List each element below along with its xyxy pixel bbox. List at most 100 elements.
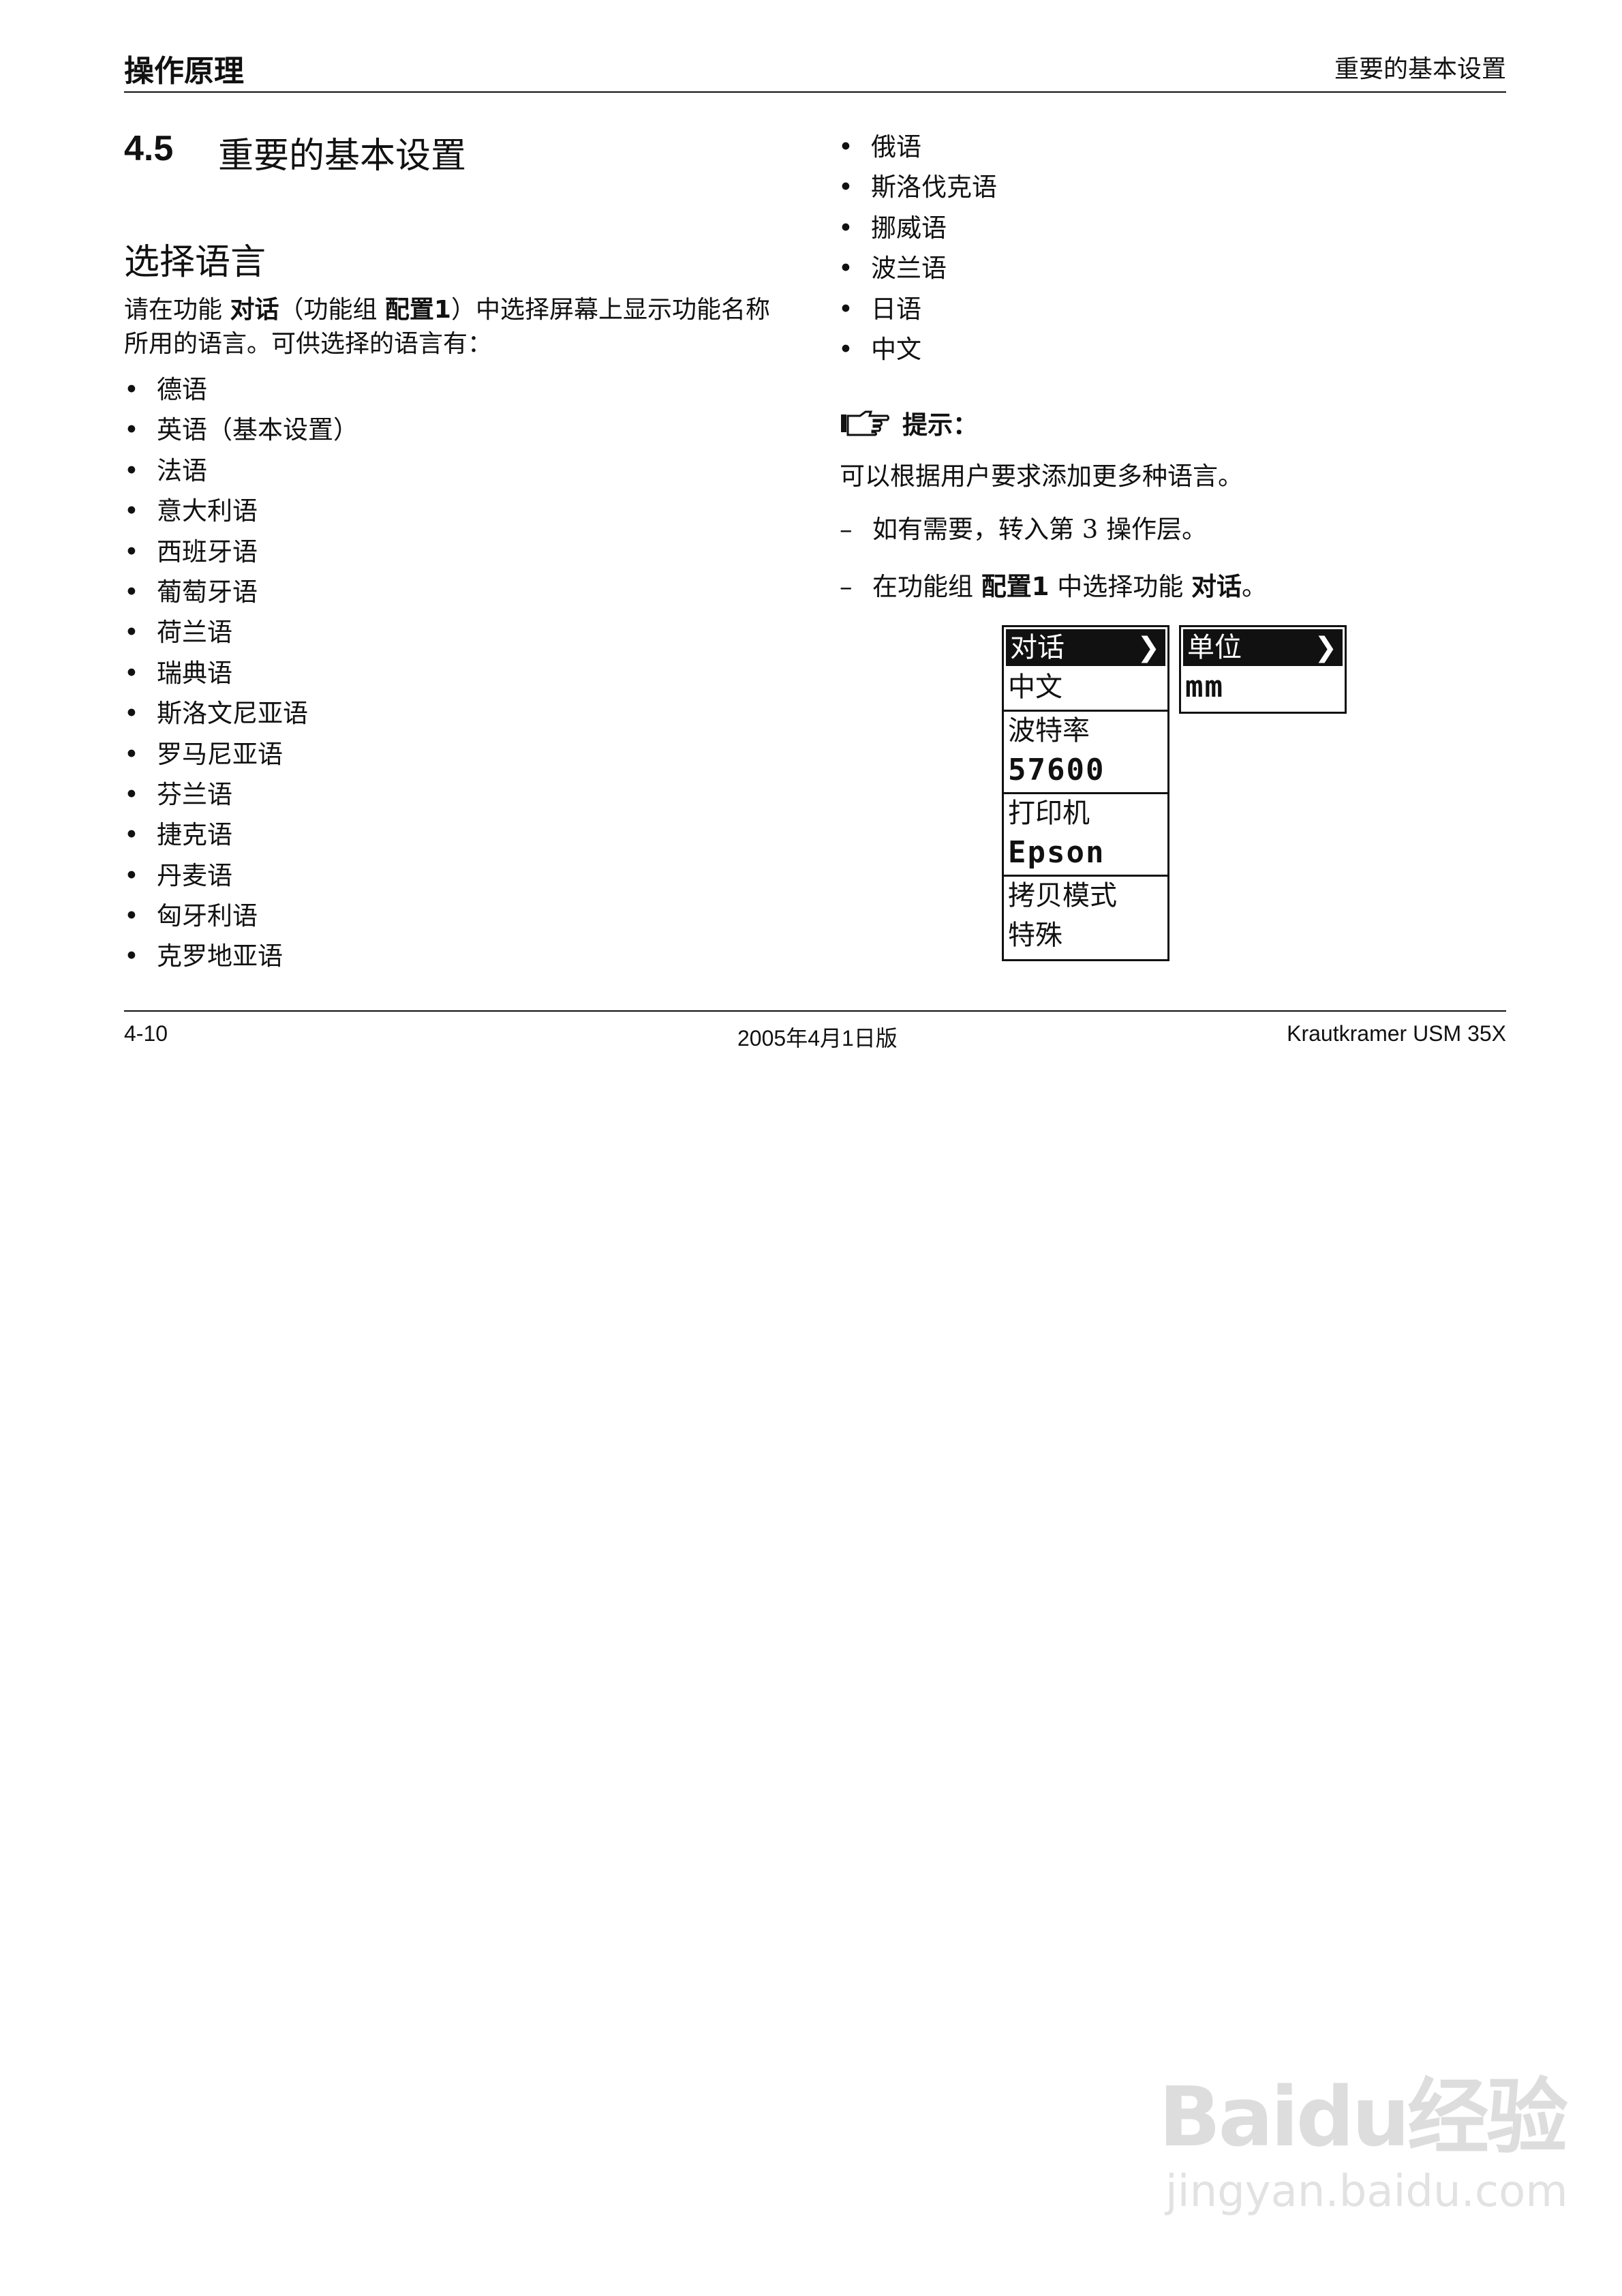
bullet-dot: • — [124, 860, 139, 890]
language-name: 西班牙语 — [157, 537, 258, 567]
lcd-function-value: 57600 — [1008, 753, 1105, 787]
bullet-dot: • — [124, 415, 139, 445]
bullet-dot: • — [838, 213, 853, 243]
language-name: 芬兰语 — [157, 779, 232, 809]
pointing-hand-icon — [841, 410, 889, 436]
language-item: • 克罗地亚语 — [124, 936, 358, 976]
language-item: • 葡萄牙语 — [124, 572, 358, 612]
language-name: 斯洛文尼亚语 — [157, 699, 308, 729]
bullet-dot: • — [124, 699, 139, 729]
language-name: 荷兰语 — [157, 618, 232, 648]
lcd-function-label: 打印机 — [1008, 798, 1090, 829]
language-item: • 斯洛文尼亚语 — [124, 693, 358, 734]
language-name: 匈牙利语 — [157, 901, 258, 931]
tip-text: 可以根据用户要求添加更多种语言。 — [840, 462, 1243, 491]
lcd-cell: 对话 ❯ 中文 — [1004, 629, 1167, 712]
bullet-dot: • — [838, 334, 853, 364]
step-dash: – — [840, 572, 853, 601]
language-item: • 匈牙利语 — [124, 896, 358, 936]
step-2-text-a: 在功能组 — [872, 572, 981, 601]
language-name: 挪威语 — [871, 213, 947, 243]
language-list-left: • 德语 • 英语（基本设置） • 法语 • 意大利语 • 西班牙语 • 葡萄牙语 • 荷兰语 • 瑞典语 • 斯… — [124, 369, 358, 977]
lcd-menu-config1: 对话 ❯ 中文波特率 57600 打印机 Epson 拷贝模式特殊 — [1002, 625, 1169, 961]
bullet-dot: • — [838, 132, 853, 162]
step-1-text: 如有需要，转入第 3 操作层。 — [872, 515, 1208, 544]
language-item: • 西班牙语 — [124, 532, 358, 572]
language-item: • 德语 — [124, 369, 358, 410]
baidu-watermark: Baidu经验 jingyan.baidu.com — [1159, 2051, 1568, 2255]
bullet-dot: • — [124, 941, 139, 971]
watermark-url: jingyan.baidu.com — [1165, 2166, 1568, 2217]
language-item: • 芬兰语 — [124, 774, 358, 815]
language-name: 中文 — [871, 334, 921, 364]
lcd-cell: 拷贝模式 特殊 — [1004, 877, 1167, 959]
section-number: 4.5 — [124, 129, 174, 168]
step-2: – 在功能组 配置1 中选择功能 对话。 — [840, 566, 1267, 603]
language-item: • 挪威语 — [838, 208, 997, 248]
bullet-dot: • — [838, 294, 853, 324]
lcd-function-value: 中文 — [1008, 671, 1062, 703]
language-item: • 丹麦语 — [124, 856, 358, 896]
lcd-function-value: mm — [1185, 669, 1224, 704]
language-name: 丹麦语 — [157, 860, 232, 890]
edition-date: 2005年4月1日版 — [737, 1026, 898, 1051]
footer-rule — [124, 1010, 1506, 1012]
step-dash: – — [840, 515, 853, 544]
bullet-dot: • — [124, 577, 139, 607]
running-header-section: 重要的基本设置 — [1334, 55, 1506, 83]
function-name-dialog: 对话 — [230, 296, 279, 324]
language-name: 意大利语 — [157, 496, 258, 526]
tip-label: 提示： — [902, 410, 978, 440]
function-group-config1: 配置1 — [384, 296, 451, 324]
intro-paragraph: 请在功能 对话（功能组 配置1）中选择屏幕上显示功能名称所用的语言。可供选择的语… — [124, 293, 792, 361]
product-name: Krautkramer USM 35X — [1287, 1021, 1506, 1046]
page-number: 4-10 — [124, 1021, 168, 1046]
language-name: 法语 — [157, 455, 207, 485]
lcd-cell: 波特率 57600 — [1004, 712, 1167, 794]
bullet-dot: • — [124, 537, 139, 567]
language-list-right: • 俄语 • 斯洛伐克语 • 挪威语 • 波兰语 • 日语 • 中文 — [838, 127, 997, 369]
bullet-dot: • — [124, 820, 139, 850]
language-name: 捷克语 — [157, 820, 232, 850]
tip-heading: 提示： — [840, 405, 978, 440]
bullet-dot: • — [124, 779, 139, 809]
step-2-text-c: 。 — [1242, 572, 1268, 601]
lcd-menu-units: 单位 ❯ mm — [1179, 625, 1347, 714]
bullet-dot: • — [838, 172, 853, 202]
bullet-dot: • — [124, 496, 139, 526]
language-name: 波兰语 — [871, 254, 947, 284]
running-header-chapter: 操作原理 — [124, 54, 244, 89]
language-name: 日语 — [871, 294, 921, 324]
lcd-selected-function: 单位 ❯ — [1183, 629, 1343, 666]
language-name: 英语（基本设置） — [157, 415, 358, 445]
chevron-right-icon: ❯ — [1137, 632, 1160, 663]
language-name: 斯洛伐克语 — [871, 172, 997, 202]
step-2-text-b: 中选择功能 — [1049, 572, 1192, 601]
lcd-function-label: 波特率 — [1008, 715, 1090, 746]
chevron-right-icon: ❯ — [1314, 632, 1337, 663]
bullet-dot: • — [124, 618, 139, 648]
language-item: • 荷兰语 — [124, 612, 358, 652]
language-item: • 英语（基本设置） — [124, 410, 358, 450]
language-name: 克罗地亚语 — [157, 941, 283, 971]
subsection-title: 选择语言 — [124, 242, 266, 283]
lcd-function-label: 拷贝模式 — [1008, 880, 1117, 911]
language-item: • 罗马尼亚语 — [124, 734, 358, 774]
lcd-function-value: Epson — [1008, 835, 1105, 870]
lcd-function-value: 特殊 — [1008, 920, 1062, 951]
language-name: 俄语 — [871, 132, 921, 162]
lcd-function-label: 单位 — [1187, 632, 1242, 663]
lcd-cell: 单位 ❯ mm — [1181, 629, 1345, 712]
language-item: • 斯洛伐克语 — [838, 167, 997, 207]
bullet-dot: • — [124, 901, 139, 931]
bullet-dot: • — [124, 455, 139, 485]
bullet-dot: • — [124, 739, 139, 769]
language-item: • 法语 — [124, 451, 358, 491]
language-name: 德语 — [157, 375, 207, 404]
lcd-selected-function: 对话 ❯ — [1006, 629, 1165, 666]
language-name: 瑞典语 — [157, 658, 232, 688]
language-item: • 波兰语 — [838, 248, 997, 288]
step-1: – 如有需要，转入第 3 操作层。 — [840, 509, 1207, 545]
language-item: • 捷克语 — [124, 815, 358, 855]
intro-text-2: （功能组 — [279, 296, 385, 324]
